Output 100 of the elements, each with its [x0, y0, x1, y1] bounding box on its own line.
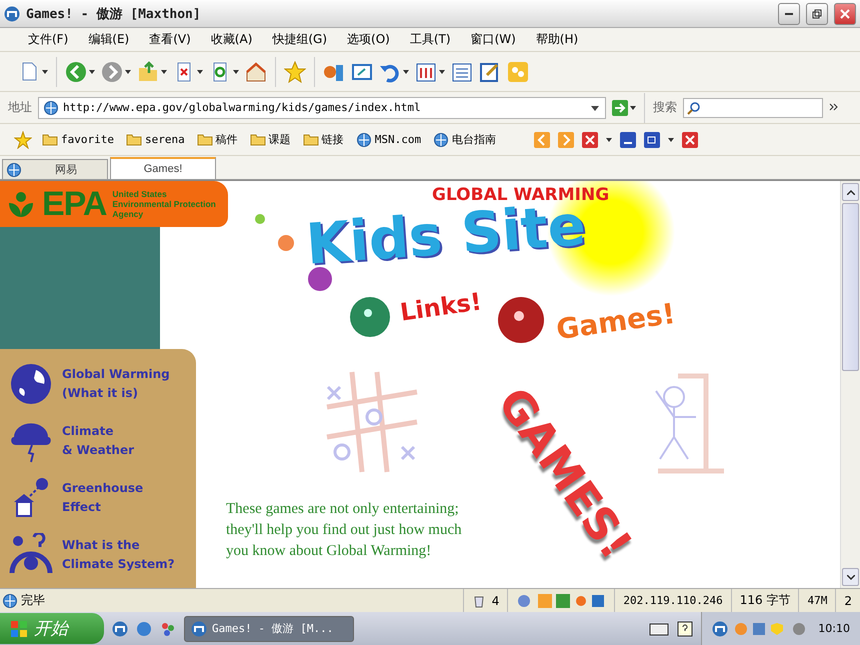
- browser-tab[interactable]: 网易: [2, 159, 108, 179]
- menu-item[interactable]: 查看(V): [141, 29, 199, 50]
- toolbar-button[interactable]: [245, 60, 267, 82]
- caret-icon: [125, 70, 131, 74]
- toolbar-button[interactable]: [137, 60, 167, 82]
- search-label: 搜索: [653, 99, 677, 116]
- address-label: 地址: [8, 99, 32, 116]
- toolbar-button[interactable]: [101, 60, 131, 82]
- caret-icon: [89, 70, 95, 74]
- people-icon: [160, 620, 176, 636]
- intro-paragraph: These games are not only entertaining; they'll help you find out just how much you know about Global Warming!: [226, 500, 463, 561]
- menu-item[interactable]: 编辑(E): [80, 29, 138, 50]
- restore-icon: [812, 8, 822, 18]
- restore-icon: [644, 132, 660, 148]
- web-page-icon: [433, 132, 450, 148]
- folder-icon: [196, 133, 213, 146]
- folder-icon: [250, 133, 266, 146]
- address-field[interactable]: http://www.epa.gov/globalwarming/kids/games/index.html: [38, 96, 606, 118]
- menu-item[interactable]: 快捷组(G): [264, 29, 336, 50]
- epa-logo-text: EPA: [42, 184, 106, 224]
- bookmark-item[interactable]: 课题: [248, 132, 293, 147]
- browser-icon: [136, 620, 152, 636]
- epa-flower-icon: [6, 189, 36, 219]
- minimize-button[interactable]: [778, 2, 800, 24]
- bookmark-item[interactable]: 稿件: [194, 132, 240, 147]
- caret-icon: [161, 70, 167, 74]
- nav-link[interactable]: What is the Climate System?: [62, 536, 175, 574]
- chevron-icon: [829, 102, 839, 112]
- close-button[interactable]: [834, 2, 856, 24]
- scrollbar[interactable]: [840, 181, 860, 588]
- close-icon: [840, 8, 850, 18]
- minimize-icon: [620, 132, 636, 148]
- next-icon: [558, 132, 574, 148]
- folder-icon: [42, 133, 58, 146]
- maxthon-logo-icon: [112, 620, 128, 636]
- scroll-up-button[interactable]: [842, 183, 859, 201]
- nav-link[interactable]: Climate & Weather: [62, 422, 134, 460]
- caret-icon: [630, 106, 636, 110]
- up-caret-icon: [846, 190, 854, 194]
- scroll-down-button[interactable]: [842, 568, 859, 586]
- caret-icon: [439, 70, 445, 74]
- home-icon: [245, 60, 267, 82]
- search-field[interactable]: [683, 98, 823, 118]
- list-icon: [451, 60, 473, 82]
- toolbar-button[interactable]: [284, 60, 306, 82]
- window-title: Games! - 傲游 [Maxthon]: [26, 6, 202, 22]
- edit-icon: [479, 60, 501, 82]
- menu-item[interactable]: 选项(O): [339, 29, 398, 50]
- group-icon: [507, 60, 529, 82]
- taskbar-button[interactable]: Games! - 傲游 [M...: [184, 616, 354, 642]
- back-icon: [65, 60, 87, 82]
- recycle-bin-icon: [472, 594, 486, 608]
- bookmark-item[interactable]: 链接: [300, 132, 346, 147]
- maxthon-logo-icon: [4, 6, 20, 22]
- menu-item[interactable]: 工具(T): [402, 29, 459, 50]
- bookmark-item[interactable]: favorite: [40, 133, 116, 146]
- scroll-thumb[interactable]: [842, 203, 859, 371]
- close-icon: [682, 132, 698, 148]
- menu-item[interactable]: 窗口(W): [462, 29, 524, 50]
- bookmark-item[interactable]: 电台指南: [431, 132, 498, 148]
- previous-icon: [534, 132, 550, 148]
- go-arrow-icon: [612, 100, 628, 116]
- down-caret-icon: [846, 574, 854, 580]
- status-text: 完毕: [21, 592, 45, 609]
- help-icon: [677, 620, 694, 636]
- minimize-icon: [785, 12, 793, 14]
- search-icon: [687, 100, 701, 114]
- toolbar-button[interactable]: [415, 60, 445, 82]
- menu-item[interactable]: 文件(F): [20, 29, 76, 50]
- restore-button[interactable]: [806, 2, 828, 24]
- web-page-icon: [356, 132, 372, 148]
- star-icon: [284, 60, 306, 82]
- maxthon-logo-icon: [712, 620, 728, 636]
- forward-icon: [101, 60, 123, 82]
- web-page-icon: [6, 162, 22, 178]
- keyboard-icon: [649, 622, 670, 636]
- nav-link[interactable]: Global Warming (What it is): [62, 364, 170, 403]
- menu-item[interactable]: 收藏(A): [202, 29, 260, 50]
- status-tools-icon: [516, 592, 606, 608]
- close-tab-icon: [582, 132, 598, 148]
- links-link[interactable]: Links!: [398, 287, 484, 327]
- caret-icon: [606, 138, 612, 142]
- toolbar-button[interactable]: [65, 60, 95, 82]
- bookmark-item[interactable]: serena: [124, 133, 187, 146]
- toolbar-button[interactable]: [451, 60, 473, 82]
- toolbar-button[interactable]: [479, 60, 501, 82]
- clock: 10:10: [818, 622, 850, 635]
- marble-drawing: [348, 295, 392, 339]
- maxthon-logo-icon: [191, 620, 207, 636]
- browser-tab[interactable]: Games!: [110, 157, 216, 179]
- caret-icon: [233, 70, 239, 74]
- bookmark-item[interactable]: MSN.com: [354, 132, 424, 148]
- agency-name: United States Environmental Protection Agency: [112, 189, 216, 219]
- web-page-icon: [2, 592, 18, 608]
- up-folder-icon: [137, 60, 159, 82]
- nav-link[interactable]: Greenhouse Effect: [62, 479, 144, 518]
- menu-item[interactable]: 帮助(H): [528, 29, 586, 50]
- go-button[interactable]: [612, 100, 636, 116]
- folder-icon: [126, 133, 142, 146]
- windows-flag-icon: [10, 620, 28, 638]
